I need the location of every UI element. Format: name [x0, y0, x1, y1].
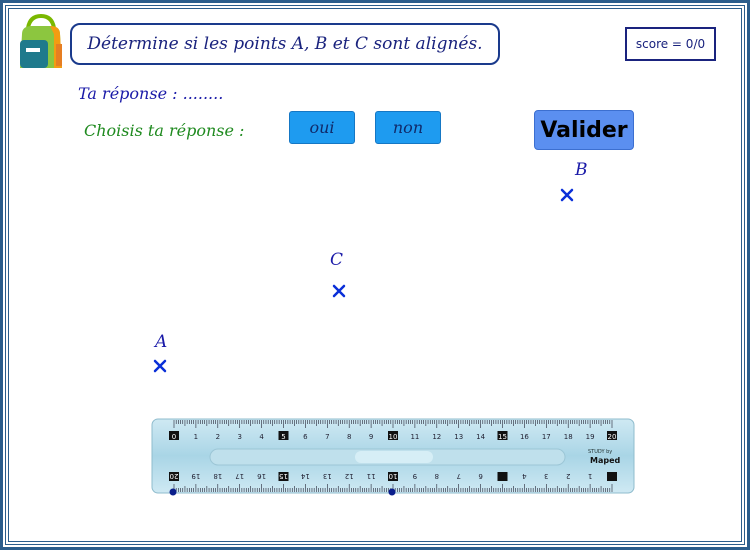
svg-text:11: 11 [410, 433, 419, 441]
svg-text:10: 10 [389, 472, 398, 480]
svg-text:1: 1 [588, 472, 592, 480]
svg-text:5: 5 [281, 433, 285, 441]
point-a-cross-icon[interactable] [153, 359, 167, 373]
svg-text:9: 9 [369, 433, 373, 441]
ruler-top-ticks [173, 420, 613, 428]
point-c-label: C [330, 250, 344, 270]
validate-button[interactable]: Valider [534, 110, 634, 150]
ruler-rotate-handle[interactable] [388, 488, 396, 496]
svg-text:16: 16 [520, 433, 529, 441]
svg-text:16: 16 [257, 472, 266, 480]
answer-value: ........ [182, 84, 224, 103]
question-text: Détermine si les points A, B et C sont a… [87, 34, 483, 54]
svg-text:17: 17 [542, 433, 551, 441]
svg-text:13: 13 [454, 433, 463, 441]
svg-text:1: 1 [194, 433, 198, 441]
svg-text:18: 18 [213, 472, 222, 480]
svg-text:3: 3 [544, 472, 548, 480]
svg-text:10: 10 [389, 433, 398, 441]
choose-prompt: Choisis ta réponse : [84, 121, 245, 140]
question-box: Détermine si les points A, B et C sont a… [70, 23, 500, 65]
svg-text:15: 15 [279, 472, 288, 480]
answer-label: Ta réponse : [78, 84, 178, 103]
ruler-brand: Maped [590, 456, 621, 465]
svg-text:7: 7 [325, 433, 329, 441]
non-button[interactable]: non [375, 111, 441, 144]
svg-text:11: 11 [367, 472, 376, 480]
svg-text:2: 2 [566, 472, 570, 480]
svg-text:2: 2 [216, 433, 220, 441]
svg-text:13: 13 [323, 472, 332, 480]
backpack-icon [20, 14, 62, 68]
svg-text:3: 3 [237, 433, 241, 441]
svg-text:0: 0 [172, 433, 176, 441]
svg-text:18: 18 [564, 433, 573, 441]
svg-text:14: 14 [476, 433, 485, 441]
point-b-cross-icon[interactable] [560, 188, 574, 202]
svg-text:6: 6 [478, 472, 483, 480]
svg-text:6: 6 [303, 433, 308, 441]
svg-text:20: 20 [608, 433, 617, 441]
svg-text:8: 8 [347, 433, 351, 441]
svg-text:15: 15 [498, 433, 507, 441]
svg-text:19: 19 [586, 433, 595, 441]
oui-button[interactable]: oui [289, 111, 355, 144]
score-text: score = 0/0 [635, 37, 706, 51]
ruler[interactable]: 01234567891011121314151617181920 0123456… [150, 417, 638, 499]
svg-text:9: 9 [413, 472, 417, 480]
svg-text:19: 19 [191, 472, 200, 480]
svg-text:7: 7 [456, 472, 460, 480]
svg-text:17: 17 [235, 472, 244, 480]
svg-text:14: 14 [300, 472, 309, 480]
svg-text:8: 8 [435, 472, 439, 480]
svg-text:4: 4 [522, 472, 527, 480]
svg-text:20: 20 [170, 472, 179, 480]
answer-line: Ta réponse : ........ [78, 84, 223, 103]
point-c-cross-icon[interactable] [332, 284, 346, 298]
svg-text:12: 12 [432, 433, 441, 441]
svg-text:12: 12 [345, 472, 354, 480]
svg-text:4: 4 [259, 433, 264, 441]
ruler-brand-small: STUDY by [588, 449, 612, 455]
point-a-label: A [155, 332, 168, 352]
point-b-label: B [575, 160, 588, 180]
score-box: score = 0/0 [625, 27, 716, 61]
ruler-left-handle[interactable] [169, 488, 177, 496]
